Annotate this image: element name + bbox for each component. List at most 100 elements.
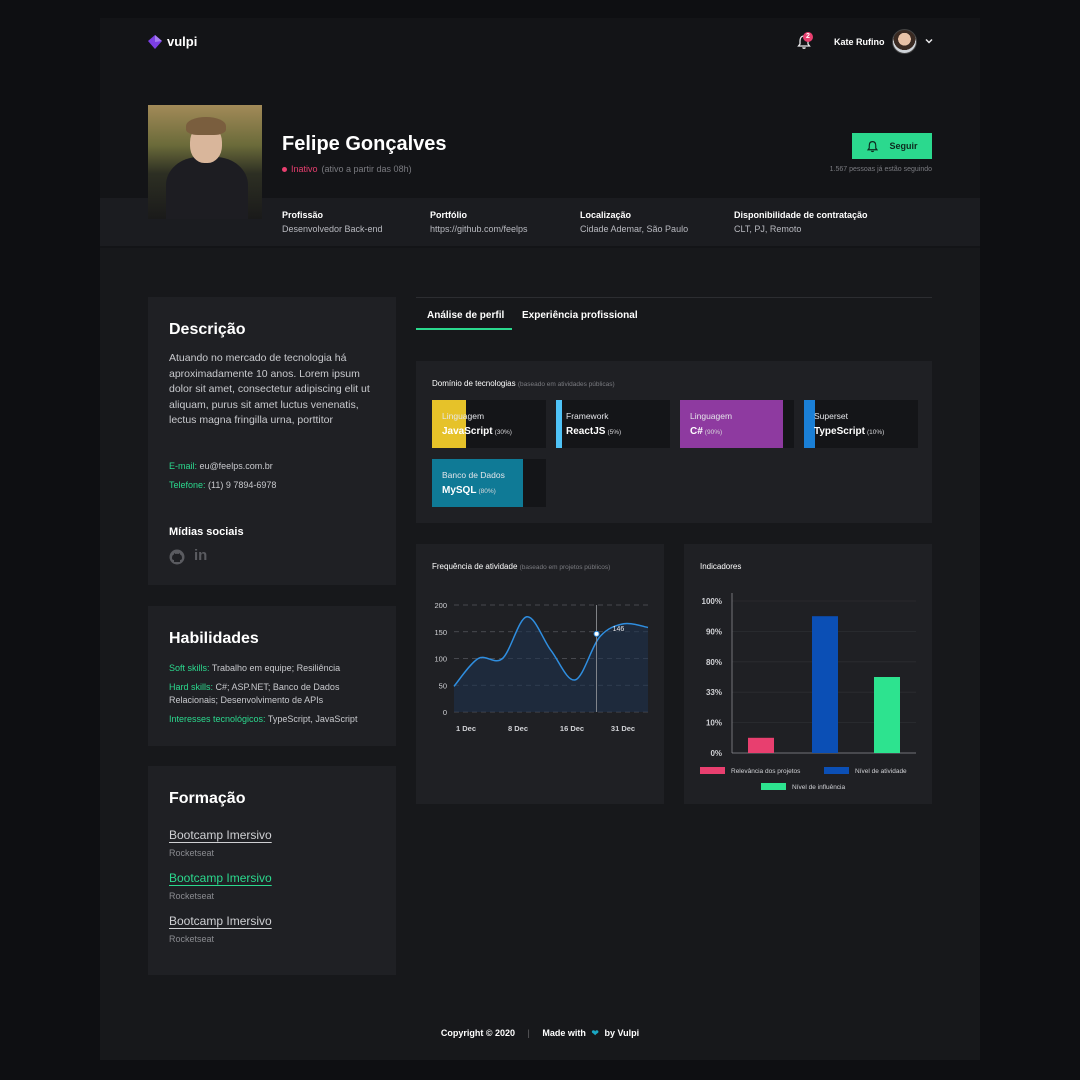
y-tick-label: 0 [443, 708, 447, 717]
tech-interests-label: Interesses tecnológicos: [169, 714, 266, 724]
description-text: Atuando no mercado de tecnologia há apro… [169, 352, 370, 426]
legend-label: Nível de atividade [855, 768, 907, 775]
social-title: Mídias sociais [169, 526, 244, 538]
footer-copyright: Copyright © 2020 [440, 1028, 515, 1038]
description-card: Descrição Atuando no mercado de tecnolog… [148, 297, 396, 585]
tech-category: Linguagem [442, 411, 485, 421]
brand-name: vulpi [167, 34, 198, 49]
course-link[interactable]: Bootcamp Imersivo [169, 871, 272, 885]
soft-skills-value: Trabalho em equipe; Resiliência [211, 663, 341, 673]
phone-label: Telefone: [169, 480, 206, 490]
portfolio-link[interactable]: https://github.com/feelps [430, 224, 528, 234]
tech-category: Linguagem [690, 411, 733, 421]
tech-category: Framework [566, 411, 609, 421]
linkedin-icon[interactable]: in [194, 547, 207, 564]
tech-name: C# (90%) [690, 426, 723, 437]
y-tick-label: 100 [434, 655, 447, 664]
y-tick-label: 90% [706, 627, 722, 636]
course-link[interactable]: Bootcamp Imersivo [169, 914, 272, 928]
activity-hint: (baseado em projetos públicos) [519, 564, 611, 571]
tech-tile[interactable]: Framework ReactJS (5%) [556, 400, 670, 448]
tech-tile[interactable]: Linguagem JavaScript (30%) [432, 400, 546, 448]
tech-tile[interactable]: Banco de Dados MySQL (80%) [432, 459, 546, 507]
profile-status: Inativo (ativo a partir das 08h) [282, 164, 412, 174]
activity-chart-card: Frequência de atividade (baseado em proj… [416, 544, 664, 804]
tech-domain-title: Domínio de tecnologias [432, 379, 516, 388]
footer-by: by Vulpi [604, 1028, 640, 1038]
skills-title: Habilidades [169, 630, 259, 647]
follow-button[interactable]: Seguir [852, 133, 932, 159]
followers-count: 1.567 pessoas já estão seguindo [829, 166, 932, 173]
email-label: E-mail: [169, 461, 198, 471]
legend-swatch [700, 767, 725, 774]
profile-name: Felipe Gonçalves [282, 133, 447, 155]
education-card: Formação Bootcamp Imersivo Rocketseat Bo… [148, 766, 396, 975]
tech-domain-card: Domínio de tecnologias (baseado em ativi… [416, 361, 932, 523]
tech-category: Superset [814, 411, 849, 421]
tech-domain-hint: (baseado em atividades públicas) [517, 381, 615, 388]
y-tick-label: 33% [706, 688, 722, 697]
x-tick-label: 8 Dec [508, 724, 528, 733]
bar-0 [748, 737, 774, 753]
phone-row: Telefone: (11) 9 7894-6978 [169, 480, 276, 490]
course-link[interactable]: Bootcamp Imersivo [169, 828, 272, 842]
x-tick-label: 31 Dec [611, 724, 635, 733]
footer: Copyright © 2020 | Made with ❤ by Vulpi [100, 1028, 980, 1039]
school-name: Rocketseat [169, 891, 215, 901]
footer-separator: | [527, 1028, 530, 1038]
tech-tile[interactable]: Superset TypeScript (10%) [804, 400, 918, 448]
x-tick-label: 1 Dec [456, 724, 476, 733]
current-user-name[interactable]: Kate Rufino [834, 37, 885, 47]
email-row: E-mail: eu@feelps.com.br [169, 461, 273, 471]
y-tick-label: 150 [434, 628, 447, 637]
phone-value: (11) 9 7894-6978 [208, 480, 277, 490]
bar-2 [874, 677, 900, 753]
status-label: Inativo [291, 164, 318, 174]
indicators-chart-card: Indicadores 100% 90% 80% 33% 10% 0% Relevância… [684, 544, 932, 804]
tech-percent: (30%) [494, 429, 512, 436]
tech-percent: (90%) [704, 429, 723, 436]
tech-proficiency-bar [432, 459, 524, 507]
info-availability: Disponibilidade de contratação CLT, PJ, … [734, 210, 868, 234]
heart-icon: ❤ [591, 1028, 599, 1038]
tech-category: Banco de Dados [442, 470, 505, 480]
education-title: Formação [169, 790, 246, 807]
user-avatar[interactable] [892, 29, 917, 54]
soft-skills: Soft skills: Trabalho em equipe; Resiliê… [169, 662, 381, 675]
info-portfolio: Portfólio https://github.com/feelps [430, 210, 528, 234]
y-tick-label: 200 [434, 601, 447, 610]
tech-percent: (10%) [866, 429, 885, 436]
tech-name: ReactJS (5%) [566, 426, 622, 437]
github-icon[interactable] [169, 549, 185, 565]
status-since: (ativo a partir das 08h) [321, 164, 412, 174]
tech-domain-heading: Domínio de tecnologias (baseado em ativi… [432, 379, 615, 388]
tab-profile-analysis[interactable]: Análise de perfil [427, 310, 504, 321]
description-title: Descrição [169, 321, 246, 338]
info-value: CLT, PJ, Remoto [734, 224, 802, 234]
tech-name: MySQL (80%) [442, 485, 496, 496]
info-label: Portfólio [430, 210, 467, 220]
bar-1 [812, 616, 838, 753]
indicators-title: Indicadores [700, 562, 742, 571]
tech-proficiency-bar [556, 400, 562, 448]
info-profession: Profissão Desenvolvedor Back-end [282, 210, 383, 234]
tab-professional-experience[interactable]: Experiência profissional [522, 310, 638, 321]
legend-label: Relevância dos projetos [731, 768, 801, 775]
y-tick-label: 0% [710, 749, 722, 758]
follow-label: Seguir [889, 141, 918, 151]
y-tick-label: 50 [439, 681, 447, 690]
tech-tile[interactable]: Linguagem C# (90%) [680, 400, 794, 448]
x-tick-label: 16 Dec [560, 724, 584, 733]
chevron-down-icon[interactable] [924, 36, 934, 46]
activity-chart: 0 50 100 150 200 146 1 Dec 8 Dec 16 Dec 31 Dec [434, 601, 649, 733]
tech-percent: (80%) [478, 488, 496, 495]
bell-outline-icon [867, 140, 879, 152]
status-dot [282, 166, 287, 172]
hover-point [593, 630, 600, 637]
email-value[interactable]: eu@feelps.com.br [200, 461, 273, 471]
legend-swatch [761, 783, 786, 790]
tech-interests-value: TypeScript, JavaScript [267, 714, 358, 724]
profile-photo [148, 105, 262, 219]
info-label: Profissão [282, 210, 324, 220]
brand-logo[interactable]: vulpi [148, 34, 197, 49]
